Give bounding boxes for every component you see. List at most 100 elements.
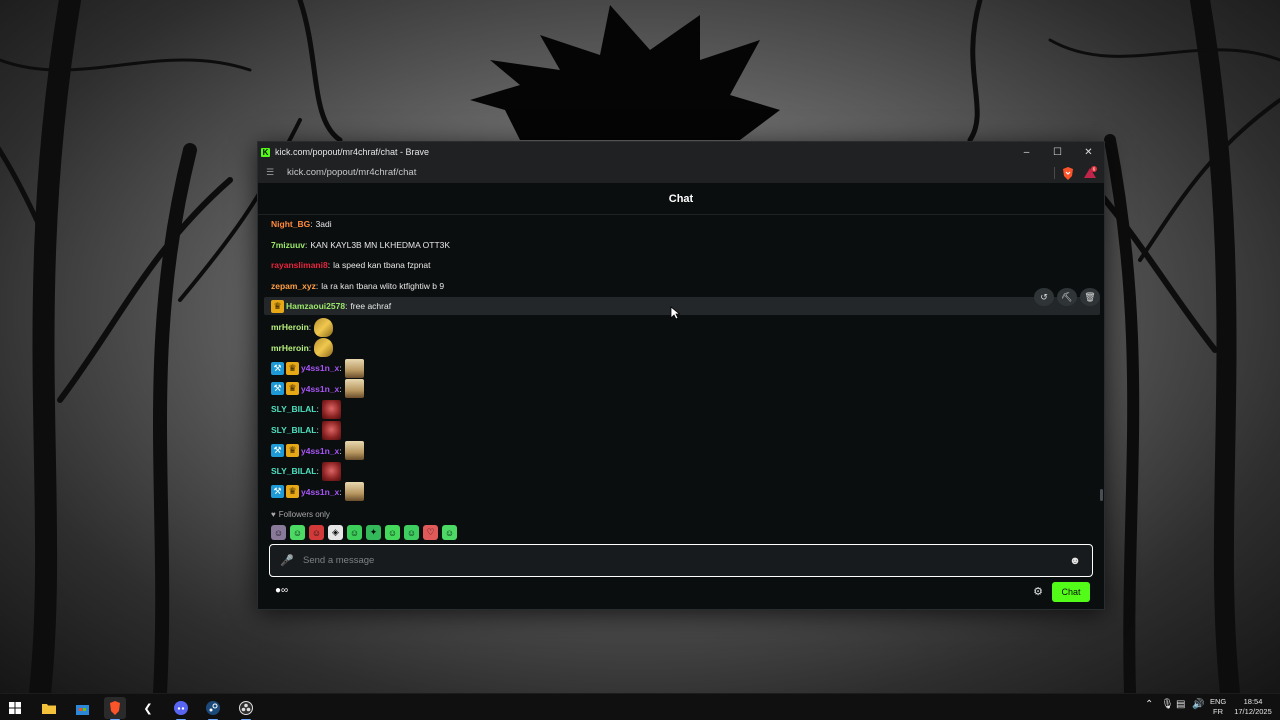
subscriber-crown-icon: ♛ xyxy=(271,299,284,313)
chat-username[interactable]: SLY_BILAL xyxy=(271,466,317,476)
network-icon[interactable]: ▤ xyxy=(1176,699,1185,710)
chevron-up-icon[interactable]: ⌃ xyxy=(1145,699,1153,710)
chat-message[interactable]: ⚒ ♛ y4ss1n_x: xyxy=(271,379,364,399)
chat-username[interactable]: zepam_xyz xyxy=(271,281,316,291)
moderator-badge-icon: ⚒ xyxy=(271,361,284,375)
followers-only-indicator: ♥ Followers only xyxy=(271,510,330,519)
maximize-button[interactable]: ☐ xyxy=(1042,142,1073,162)
kick-favicon: K xyxy=(261,147,270,157)
chat-username[interactable]: rayanslimani8 xyxy=(271,260,328,270)
chat-message[interactable]: rayanslimani8: la speed kan tbana fzpnat xyxy=(271,256,430,274)
chat-username[interactable]: Hamzaoui2578 xyxy=(286,301,345,311)
emote-picker-icon[interactable]: ☻ xyxy=(1068,555,1082,567)
emote-rob-icon[interactable] xyxy=(344,358,364,378)
chat-username[interactable]: y4ss1n_x xyxy=(301,363,339,373)
chat-message[interactable]: ⚒ ♛ y4ss1n_x: xyxy=(271,482,364,502)
start-icon[interactable] xyxy=(4,697,26,719)
obs-icon[interactable] xyxy=(235,697,257,720)
message-mod-actions: ↺ ⛏ 🗑 xyxy=(1034,288,1100,306)
separator: : xyxy=(316,466,319,477)
chat-username[interactable]: SLY_BILAL xyxy=(271,404,317,414)
chat-message[interactable]: zepam_xyz: la ra kan tbana wlito ktfighti… xyxy=(271,277,444,295)
emote-person-icon[interactable]: ☺ xyxy=(271,525,286,540)
close-button[interactable]: ✕ xyxy=(1073,142,1104,162)
clock[interactable]: 18:54 17/12/2025 xyxy=(1232,697,1274,717)
lang-bottom: FR xyxy=(1213,707,1223,716)
emote-red-icon[interactable] xyxy=(321,420,341,440)
emote-angry-icon[interactable]: ☺ xyxy=(309,525,324,540)
emote-kekw-icon[interactable]: ☺ xyxy=(442,525,457,540)
emote-kick-icon[interactable]: ☺ xyxy=(290,525,305,540)
undo-icon[interactable]: ↺ xyxy=(1034,288,1054,306)
separator: : xyxy=(339,383,342,394)
url-text[interactable]: kick.com/popout/mr4chraf/chat xyxy=(287,167,416,178)
separator: : xyxy=(339,363,342,374)
chat-message[interactable]: ⚒ ♛ y4ss1n_x: xyxy=(271,358,364,378)
site-settings-icon[interactable]: ☰ xyxy=(263,167,277,178)
kick-points-icon[interactable]: ●∞ xyxy=(275,585,288,596)
title-bar[interactable]: K kick.com/popout/mr4chraf/chat - Brave … xyxy=(258,142,1104,162)
chat-message[interactable]: SLY_BILAL: xyxy=(271,420,341,440)
emote-red-icon[interactable] xyxy=(321,399,341,419)
emote-star-icon[interactable]: ✦ xyxy=(366,525,381,540)
address-bar[interactable]: ☰ kick.com/popout/mr4chraf/chat 6 xyxy=(258,162,1104,184)
chat-message[interactable]: ⚒ ♛ y4ss1n_x: xyxy=(271,441,364,461)
chat-username[interactable]: mrHeroin xyxy=(271,322,309,332)
brave-icon[interactable] xyxy=(104,697,126,720)
chat-username[interactable]: Night_BG xyxy=(271,219,310,229)
trash-icon[interactable]: 🗑 xyxy=(1080,288,1100,306)
emote-chat-icon[interactable]: ☺ xyxy=(347,525,362,540)
emote-rob-icon[interactable] xyxy=(344,379,364,399)
chat-message[interactable]: ♛ Hamzaoui2578: free achraf xyxy=(264,297,1100,316)
kick-app-icon[interactable]: ❮ xyxy=(137,697,159,719)
subscriber-crown-icon: ♛ xyxy=(286,361,299,375)
minimize-button[interactable]: – xyxy=(1011,142,1042,162)
emote-green-icon[interactable]: ☺ xyxy=(404,525,419,540)
emote-hands-icon[interactable] xyxy=(314,338,334,358)
emote-love-icon[interactable]: ♡ xyxy=(423,525,438,540)
mouse-cursor-icon xyxy=(670,306,680,320)
volume-icon[interactable]: 🔊 xyxy=(1192,699,1204,710)
chat-message-text: la ra kan tbana wlito ktfightiw b 9 xyxy=(321,280,445,291)
chat-input-container[interactable]: 🎤 ☻ xyxy=(269,544,1093,577)
chat-message[interactable]: SLY_BILAL: xyxy=(271,399,341,419)
browser-popup-window: K kick.com/popout/mr4chraf/chat - Brave … xyxy=(257,141,1105,610)
chat-message[interactable]: Night_BG:3adi xyxy=(271,215,332,233)
emote-rob-icon[interactable] xyxy=(344,441,364,461)
emote-rob-icon[interactable] xyxy=(344,482,364,502)
scrollbar-thumb[interactable] xyxy=(1100,489,1103,501)
file-explorer-icon[interactable] xyxy=(38,697,60,719)
chat-message-input[interactable] xyxy=(303,555,1068,566)
chat-username[interactable]: y4ss1n_x xyxy=(301,384,339,394)
language-indicator[interactable]: ENG FR xyxy=(1210,697,1226,717)
chat-message-list[interactable]: Night_BG:3adi 7mizuuv: KAN KAYL3B MN LKHED… xyxy=(258,215,1104,505)
chat-message[interactable]: mrHeroin: xyxy=(271,338,334,358)
chat-message[interactable]: 7mizuuv: KAN KAYL3B MN LKHEDMA OTT3K xyxy=(271,236,450,254)
microphone-icon[interactable]: 🎤 xyxy=(280,554,294,567)
brave-shields-icon[interactable] xyxy=(1060,165,1076,181)
chat-username[interactable]: 7mizuuv xyxy=(271,240,305,250)
brave-rewards-icon[interactable]: 6 xyxy=(1082,165,1098,181)
emote-hands-icon[interactable] xyxy=(314,317,334,337)
emote-red-icon[interactable] xyxy=(321,461,341,481)
pin-icon[interactable]: ⛏ xyxy=(1057,288,1077,306)
store-icon[interactable] xyxy=(71,697,93,719)
emote-blob-icon[interactable]: ☺ xyxy=(385,525,400,540)
chat-username[interactable]: y4ss1n_x xyxy=(301,446,339,456)
microphone-tray-icon[interactable]: 🎙 xyxy=(1161,699,1174,710)
emote-flag-icon[interactable]: ◈ xyxy=(328,525,343,540)
send-chat-button[interactable]: Chat xyxy=(1052,582,1090,602)
heart-icon: ♥ xyxy=(271,510,276,519)
chat-message[interactable]: SLY_BILAL: xyxy=(271,461,341,481)
recent-emotes-bar: ☺ ☺ ☺ ◈ ☺ ✦ ☺ ☺ ♡ ☺ xyxy=(271,525,457,540)
chat-username[interactable]: SLY_BILAL xyxy=(271,425,317,435)
clock-date: 17/12/2025 xyxy=(1234,707,1272,716)
chat-header: Chat xyxy=(258,184,1104,215)
steam-icon[interactable] xyxy=(202,697,224,720)
chat-message[interactable]: mrHeroin: xyxy=(271,317,334,337)
chat-username[interactable]: mrHeroin xyxy=(271,343,309,353)
discord-icon[interactable] xyxy=(170,697,192,720)
separator: : xyxy=(327,260,331,271)
gear-icon[interactable]: ⚙ xyxy=(1033,585,1043,598)
chat-username[interactable]: y4ss1n_x xyxy=(301,487,339,497)
